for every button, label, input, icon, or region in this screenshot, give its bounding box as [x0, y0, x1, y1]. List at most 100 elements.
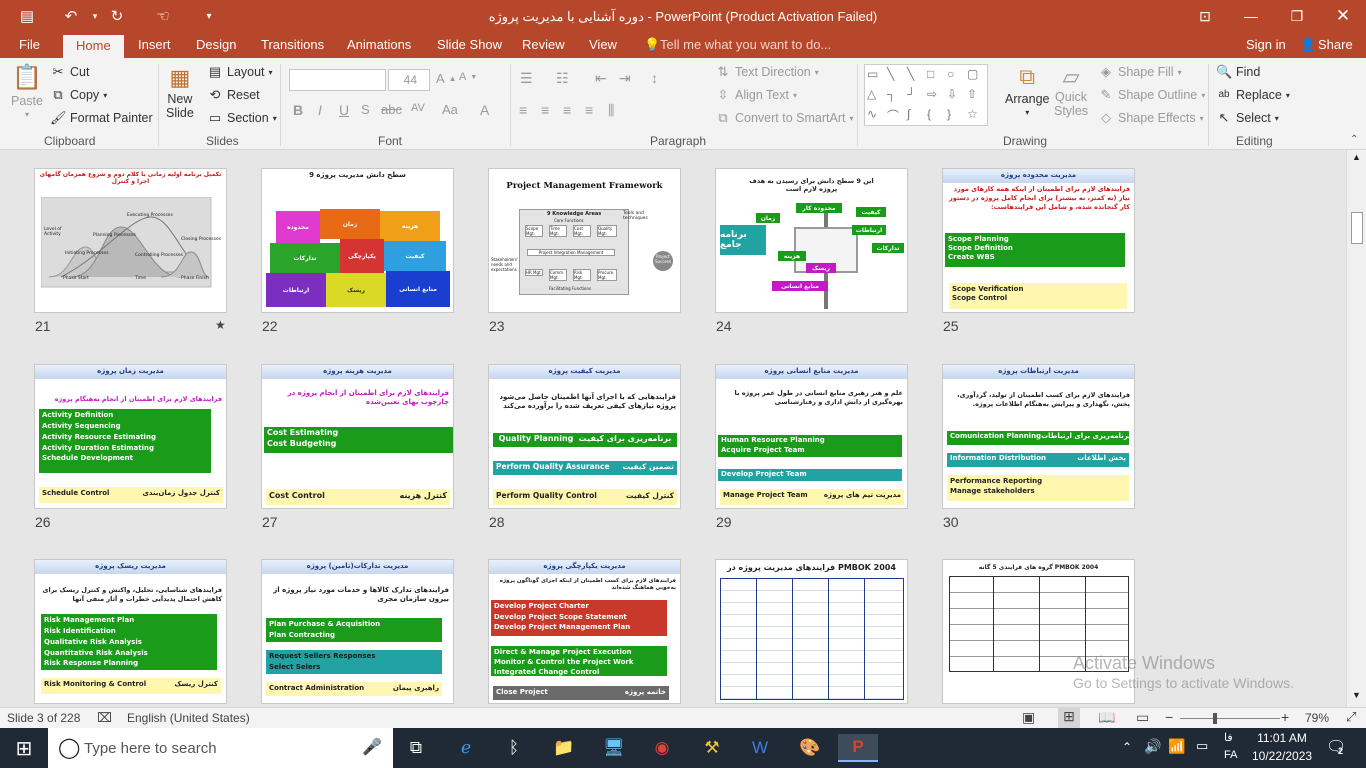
vertical-scrollbar[interactable]: ▲ ▼	[1346, 150, 1366, 707]
rectangle-shape-icon[interactable]: ▭	[867, 67, 885, 85]
slideshow-view-icon[interactable]: ▭	[1136, 709, 1149, 726]
elbow-connector-icon[interactable]: ┐	[887, 87, 905, 105]
curve-shape-icon[interactable]: ∫	[907, 107, 925, 125]
triangle-shape-icon[interactable]: △	[867, 87, 885, 105]
brace-shape-icon[interactable]: }	[947, 107, 965, 125]
reset-button[interactable]: ⟲ Reset	[207, 87, 260, 103]
edge-icon[interactable]: ℯ	[446, 734, 486, 762]
font-name-combo[interactable]	[289, 69, 386, 91]
tell-me-box[interactable]: Tell me what you want to do...	[660, 37, 831, 52]
numbering-icon[interactable]: ☷	[556, 70, 569, 87]
input-language[interactable]: فا	[1224, 731, 1233, 744]
slide-thumbnail-28[interactable]: مدیریت کیفیت پروژه فرایندهایی که با اجرا…	[488, 364, 681, 509]
notifications-icon[interactable]: 🗨	[1326, 737, 1346, 757]
font-color-icon[interactable]: A	[480, 102, 489, 118]
brace-shape-icon[interactable]: {	[927, 107, 945, 125]
tab-review[interactable]: Review	[522, 37, 565, 52]
format-painter-button[interactable]: 🖌 Format Painter	[50, 110, 153, 126]
touch-mode-icon[interactable]: ☜	[152, 6, 174, 26]
slide-thumbnail-22[interactable]: 9 سطح دانش مدیریت پروژه محدوده زمان هزین…	[261, 168, 454, 313]
scroll-down-icon[interactable]: ▼	[1352, 690, 1361, 700]
slide-thumbnail-34[interactable]: فرایندهای مدیریت پروژه در PMBOK 2004	[715, 559, 908, 704]
decrease-indent-icon[interactable]: ⇤	[595, 70, 607, 87]
spelling-icon[interactable]: ⌧	[97, 710, 112, 726]
oval-shape-icon[interactable]: ○	[947, 67, 965, 85]
align-left-icon[interactable]: ≡	[519, 102, 527, 118]
undo-icon[interactable]: ↶	[60, 6, 82, 26]
volume-icon[interactable]: 🔊	[1144, 738, 1161, 755]
shapes-gallery[interactable]: ▭ ╲ ╲ □ ○ ▢ △ ┐ ┘ ⇨ ⇩ ⇧ ∿ ⌒ ∫{} ☆	[864, 64, 988, 126]
align-right-icon[interactable]: ≡	[563, 102, 571, 118]
tab-slideshow[interactable]: Slide Show	[437, 37, 502, 52]
tray-chevron-icon[interactable]: ⌃	[1122, 740, 1132, 754]
zoom-level[interactable]: 79%	[1305, 711, 1329, 725]
tab-transitions[interactable]: Transitions	[261, 37, 324, 52]
slide-thumbnail-31[interactable]: مدیریت ریسک پروژه فرایندهای شناسایی، تحل…	[34, 559, 227, 704]
slide-thumbnail-27[interactable]: مدیریت هزینه پروژه فرایندهای لازم برای ا…	[261, 364, 454, 509]
search-box[interactable]: ◯ Type here to search 🎤	[48, 728, 393, 768]
slide-thumbnail-26[interactable]: مدیریت زمان پروژه فرایندهای لازم برای اط…	[34, 364, 227, 509]
select-button[interactable]: ↖ Select ▾	[1216, 110, 1279, 126]
word-icon[interactable]: W	[740, 734, 780, 762]
slide-thumbnail-23[interactable]: Project Management Framework 9 Knowledge…	[488, 168, 681, 313]
columns-icon[interactable]: ⫼	[608, 102, 614, 119]
input-language-code[interactable]: FA	[1224, 749, 1237, 761]
shape-outline-button[interactable]: ✎ Shape Outline ▾	[1098, 87, 1206, 103]
line-shape-icon[interactable]: ╲	[907, 67, 925, 85]
arrange-button[interactable]: ⧉ Arrange ▾	[1005, 64, 1049, 117]
save-icon[interactable]: ▤	[16, 6, 38, 26]
up-arrow-shape-icon[interactable]: ⇧	[967, 87, 985, 105]
tab-animations[interactable]: Animations	[347, 37, 411, 52]
underline-icon[interactable]: U	[339, 102, 349, 118]
line-shape-icon[interactable]: ╲	[887, 67, 905, 85]
fit-to-window-icon[interactable]: ⤢	[1346, 709, 1356, 725]
tools-icon[interactable]: ⚒	[692, 734, 732, 762]
scroll-up-icon[interactable]: ▲	[1352, 152, 1361, 162]
copy-button[interactable]: ⧉ Copy ▾	[50, 87, 107, 103]
down-arrow-shape-icon[interactable]: ⇩	[947, 87, 965, 105]
clock-time[interactable]: 11:01 AM	[1252, 731, 1312, 745]
battery-icon[interactable]: ▭	[1196, 738, 1208, 754]
task-view-icon[interactable]: ⧉	[396, 734, 436, 762]
language-indicator[interactable]: English (United States)	[127, 711, 250, 725]
file-explorer-icon[interactable]: 📁	[544, 734, 584, 762]
tab-insert[interactable]: Insert	[138, 37, 171, 52]
text-direction-button[interactable]: ⇅ Text Direction ▾	[715, 64, 819, 80]
star-shape-icon[interactable]: ☆	[967, 107, 985, 125]
slide-thumbnail-21[interactable]: تکمیل برنامه اولیه زمانی با کلام دوم و ش…	[34, 168, 227, 313]
network-icon[interactable]: 📶	[1168, 738, 1185, 755]
ribbon-display-icon[interactable]: ⊡	[1182, 4, 1228, 28]
find-button[interactable]: 🔍 Find	[1216, 64, 1260, 80]
normal-view-icon[interactable]: ▣	[1022, 709, 1035, 726]
minimize-icon[interactable]: —	[1228, 4, 1274, 28]
font-size-combo[interactable]: 44	[388, 69, 430, 91]
italic-icon[interactable]: I	[318, 102, 322, 118]
align-center-icon[interactable]: ≡	[541, 102, 549, 118]
quick-styles-button[interactable]: ▱ Quick Styles	[1054, 64, 1088, 118]
slide-thumbnail-30[interactable]: مدیریت ارتباطات پروژه فرایندهای لازم برا…	[942, 364, 1135, 509]
slide-thumbnail-29[interactable]: مدیریت منابع انسانی پروژه علم و هنر رهبر…	[715, 364, 908, 509]
tab-design[interactable]: Design	[196, 37, 236, 52]
increase-indent-icon[interactable]: ⇥	[619, 70, 631, 87]
zoom-slider-thumb[interactable]	[1213, 713, 1217, 724]
tab-home[interactable]: Home	[63, 35, 124, 58]
tab-view[interactable]: View	[589, 37, 617, 52]
align-text-button[interactable]: ⇳ Align Text ▾	[715, 87, 797, 103]
redo-icon[interactable]: ↻	[106, 6, 128, 26]
reading-view-icon[interactable]: 📖	[1098, 709, 1115, 726]
bluetooth-icon[interactable]: ᛒ	[494, 734, 534, 762]
slide-thumbnail-25[interactable]: مدیریت محدوده پروژه فرایندهای لازم برای …	[942, 168, 1135, 313]
slide-thumbnail-33[interactable]: مدیریت یکپارچگی پروژه فرایندهای لازم برا…	[488, 559, 681, 704]
slide-thumbnail-32[interactable]: مدیریت تدارکات(تامین) پروژه فرایندهای تد…	[261, 559, 454, 704]
char-spacing-icon[interactable]: AV	[411, 102, 425, 114]
curve-shape-icon[interactable]: ⌒	[887, 107, 905, 125]
slide-sorter-view-icon[interactable]: ⊞	[1058, 708, 1080, 728]
customize-qat-icon[interactable]: ▾	[198, 6, 220, 26]
chrome-icon[interactable]: ◉	[642, 734, 682, 762]
computer-icon[interactable]: 🖥	[594, 734, 634, 762]
clock-date[interactable]: 10/22/2023	[1252, 749, 1312, 763]
restore-icon[interactable]: ❐	[1274, 4, 1320, 28]
paste-button[interactable]: 📋 Paste ▾	[11, 64, 43, 119]
rounded-rectangle-shape-icon[interactable]: ▢	[967, 67, 985, 85]
layout-button[interactable]: ▤ Layout ▾	[207, 64, 273, 80]
